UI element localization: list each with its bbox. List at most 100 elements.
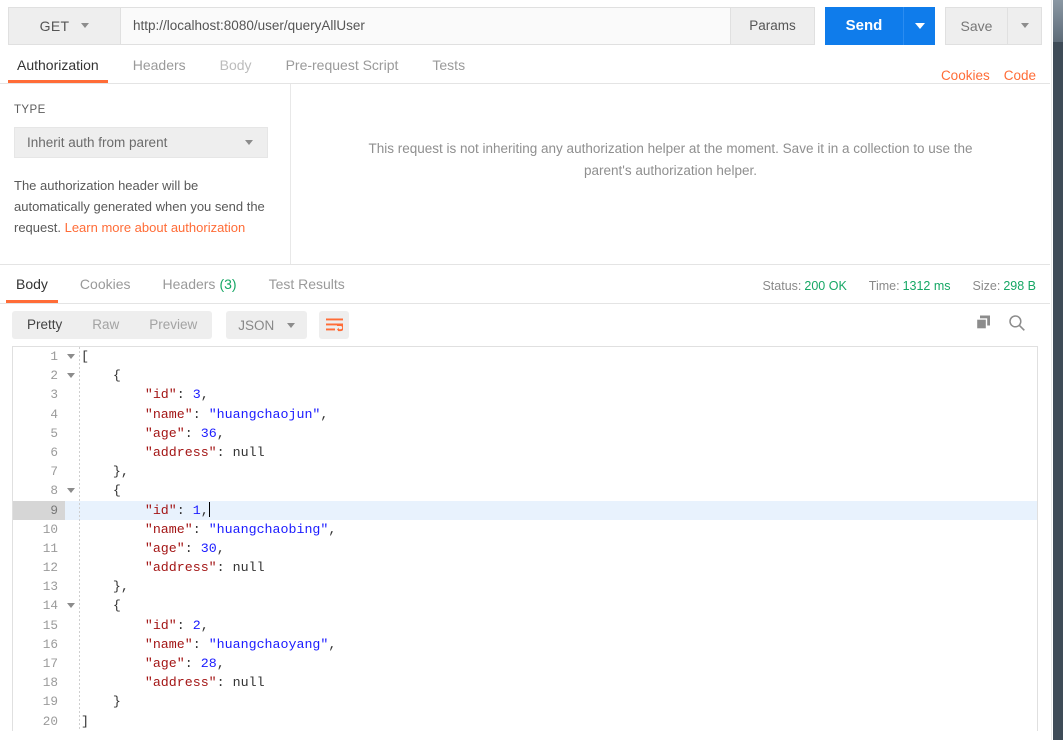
code-token: "age" [144,425,185,441]
view-raw-button[interactable]: Raw [77,311,134,339]
chevron-down-icon [81,23,90,28]
tab-label: Headers [132,56,186,73]
window-scrollbar-thumb[interactable] [1052,0,1063,740]
code-line[interactable]: 1[ [13,347,1037,367]
code-line-text: { [79,596,121,615]
time-value: 1312 ms [902,279,951,293]
code-line-text: "name": "huangchaoyang", [79,635,337,654]
code-token: "age" [144,540,185,556]
code-token: "name" [144,521,193,537]
response-tab-test-results[interactable]: Test Results [253,264,361,303]
learn-more-link[interactable]: Learn more about authorization [65,220,246,235]
code-token: , [200,617,209,633]
search-button[interactable] [1008,314,1026,337]
code-line-text: "id": 2, [79,616,209,635]
code-line[interactable]: 13 }, [13,577,1037,597]
code-token: 30 [200,540,217,556]
fold-toggle-icon[interactable] [65,347,79,366]
code-token: [ [81,349,89,364]
code-line[interactable]: 14 { [13,596,1037,616]
window-scrollbar-track[interactable] [1051,0,1063,740]
code-line[interactable]: 9 "id": 1, [13,500,1037,520]
code-line[interactable]: 16 "name": "huangchaoyang", [13,634,1037,654]
code-line[interactable]: 20] [13,711,1037,731]
code-line[interactable]: 11 "age": 30, [13,538,1037,559]
auth-type-heading: TYPE [14,104,46,116]
tab-pre-request-script[interactable]: Pre-request Script [269,46,416,83]
authorization-type-panel: TYPE Inherit auth from parent The author… [0,84,291,264]
code-link[interactable]: Code [1004,68,1036,83]
code-token: "name" [144,636,193,652]
view-pretty-button[interactable]: Pretty [12,311,77,339]
code-line[interactable]: 8 { [13,481,1037,501]
status-label: Status: [762,279,802,293]
tab-tests[interactable]: Tests [415,46,482,83]
code-lines-container: 1[2 {3 "id": 3, 4 "name": "huangchaojun",… [13,347,1037,731]
code-line[interactable]: 19 } [13,692,1037,712]
code-line-text: "id": 3, [79,385,209,404]
code-line[interactable]: 2 { [13,366,1037,386]
code-line[interactable]: 15 "id": 2, [13,615,1037,635]
fold-toggle-icon[interactable] [65,481,79,500]
code-token: , [216,540,225,556]
status-item: Status: 200 OK [762,279,846,293]
code-token: 36 [200,425,217,441]
response-tab-cookies[interactable]: Cookies [64,264,147,303]
line-number: 4 [13,404,65,424]
save-button-group: Save [945,6,1042,45]
code-line[interactable]: 3 "id": 3, [13,385,1037,405]
auth-type-dropdown[interactable]: Inherit auth from parent [14,127,268,158]
response-tab-headers[interactable]: Headers (3) [147,264,253,303]
fold-toggle-icon[interactable] [65,596,79,615]
code-line[interactable]: 7 }, [13,462,1037,482]
request-url-input[interactable]: http://localhost:8080/user/queryAllUser [120,6,731,45]
save-options-button[interactable] [1007,6,1042,45]
wrap-lines-button[interactable] [319,311,350,339]
code-line[interactable]: 10 "name": "huangchaobing", [13,519,1037,539]
language-dropdown[interactable]: JSON [226,311,308,339]
response-format-toolbar: Pretty Raw Preview JSON [0,304,1050,346]
params-label: Params [749,18,796,33]
code-token: 28 [200,656,217,671]
code-line[interactable]: 18 "address": null [13,673,1037,693]
tab-body[interactable]: Body [203,46,269,83]
tab-label: Body [219,56,252,73]
code-token: }, [81,464,129,480]
code-token: "address" [144,675,217,691]
response-tab-body[interactable]: Body [0,264,64,303]
response-body-editor[interactable]: 1[2 {3 "id": 3, 4 "name": "huangchaojun",… [12,346,1038,731]
code-line[interactable]: 12 "address": null [13,558,1037,578]
view-preview-button[interactable]: Preview [134,311,212,339]
request-tab-bar: Authorization Headers Body Pre-request S… [0,47,1050,84]
params-button[interactable]: Params [731,6,815,45]
send-button[interactable]: Send [825,6,903,45]
code-line[interactable]: 6 "address": null [13,442,1037,463]
send-options-button[interactable] [903,6,935,45]
save-button[interactable]: Save [945,6,1007,45]
line-number: 12 [13,558,65,578]
code-token: "id" [144,502,177,518]
code-line[interactable]: 5 "age": 36, [13,423,1037,443]
code-token: "address" [144,560,217,576]
tab-headers[interactable]: Headers [116,46,203,83]
cookies-link[interactable]: Cookies [941,68,990,83]
code-token: : [176,617,193,633]
code-line[interactable]: 17 "age": 28, [13,654,1037,674]
code-token: : [176,502,193,518]
fold-toggle-icon[interactable] [65,366,79,385]
copy-button[interactable] [975,314,992,336]
code-token: } [81,694,121,710]
code-line[interactable]: 4 "name": "huangchaojun", [13,404,1037,424]
tab-authorization[interactable]: Authorization [0,46,116,83]
http-method-dropdown[interactable]: GET [8,6,120,45]
